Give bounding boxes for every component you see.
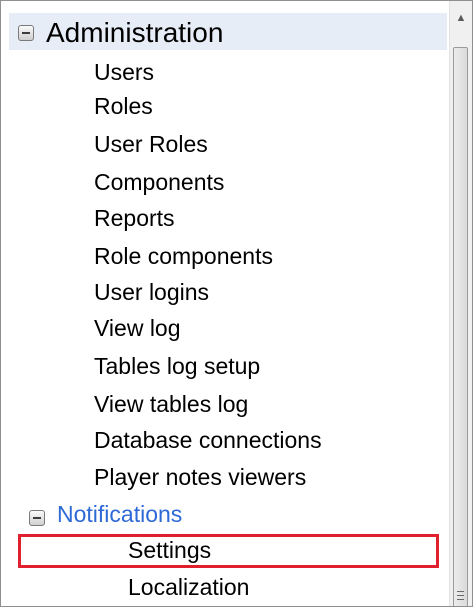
admin-tree: Administration Users Roles User Roles Co…	[1, 1, 449, 606]
collapse-icon[interactable]	[18, 25, 34, 41]
scroll-up-arrow-icon[interactable]: ▲	[452, 3, 470, 33]
tree-item-player-notes-viewers[interactable]: Player notes viewers	[94, 463, 306, 491]
tree-item-user-roles[interactable]: User Roles	[94, 130, 208, 158]
tree-item-view-tables-log[interactable]: View tables log	[94, 390, 248, 418]
vertical-scrollbar[interactable]: ▲	[449, 1, 472, 606]
tree-root-administration[interactable]: Administration	[9, 13, 447, 50]
tree-item-tables-log-setup[interactable]: Tables log setup	[94, 352, 260, 380]
tree-item-users[interactable]: Users	[94, 58, 154, 86]
tree-item-settings[interactable]: Settings	[128, 536, 211, 564]
tree-group-notifications[interactable]: Notifications	[57, 500, 182, 528]
tree-item-localization[interactable]: Localization	[128, 573, 249, 601]
tree-item-components[interactable]: Components	[94, 168, 224, 196]
tree-item-reports[interactable]: Reports	[94, 204, 175, 232]
tree-item-view-log[interactable]: View log	[94, 314, 181, 342]
selected-row-highlight	[18, 534, 439, 568]
tree-item-roles[interactable]: Roles	[94, 92, 153, 120]
tree-panel: Administration Users Roles User Roles Co…	[0, 0, 473, 607]
tree-item-user-logins[interactable]: User logins	[94, 278, 209, 306]
scroll-thumb[interactable]	[453, 47, 468, 606]
tree-root-label[interactable]: Administration	[46, 17, 223, 49]
tree-item-database-connections[interactable]: Database connections	[94, 426, 322, 454]
scroll-grip-icon	[457, 591, 464, 603]
collapse-icon[interactable]	[29, 510, 45, 526]
tree-item-role-components[interactable]: Role components	[94, 242, 273, 270]
